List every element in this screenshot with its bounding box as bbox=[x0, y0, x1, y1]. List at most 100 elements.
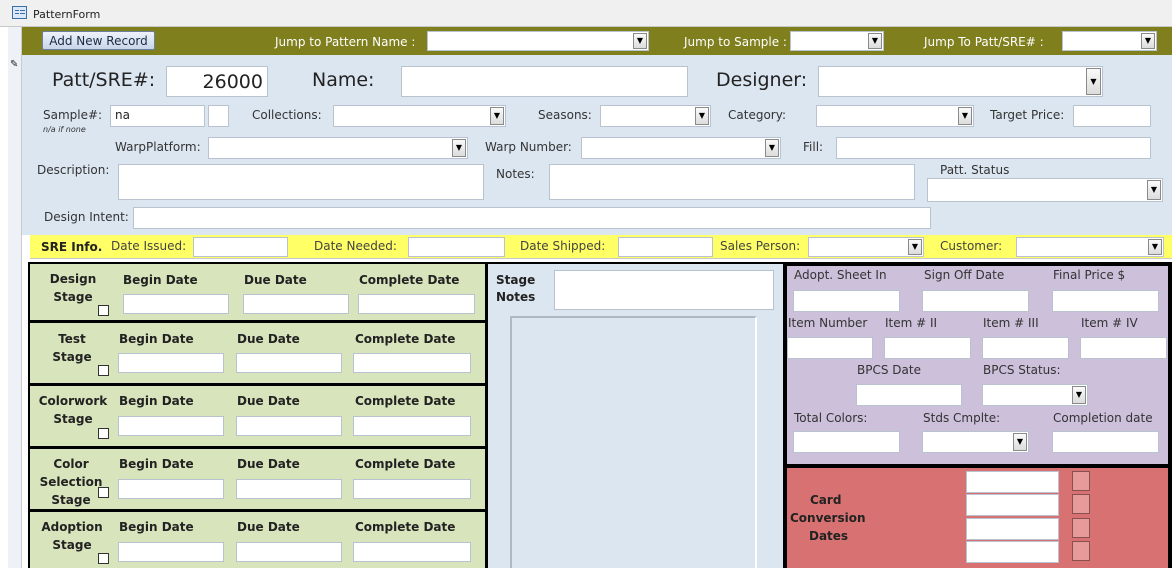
complete-date-field[interactable] bbox=[358, 294, 475, 314]
begin-date-field[interactable] bbox=[118, 542, 224, 562]
card-date-field-1[interactable] bbox=[966, 471, 1059, 493]
card-checkbox-1[interactable] bbox=[1072, 471, 1090, 491]
begin-date-field[interactable] bbox=[118, 353, 224, 373]
add-new-record-button[interactable]: Add New Record bbox=[42, 31, 155, 50]
jump-sample-label: Jump to Sample : bbox=[684, 35, 787, 49]
jump-patt-dropdown[interactable]: ▼ bbox=[1062, 31, 1157, 51]
item-3-field[interactable] bbox=[982, 337, 1069, 359]
completion-date-field[interactable] bbox=[1052, 431, 1159, 453]
seasons-dropdown[interactable]: ▼ bbox=[600, 105, 711, 127]
stage-name: Color Selection Stage bbox=[39, 457, 103, 507]
adopt-sheet-in-field[interactable] bbox=[793, 290, 900, 312]
complete-date-field[interactable] bbox=[353, 479, 471, 499]
stds-cmplte-dropdown[interactable]: ▼ bbox=[922, 431, 1029, 453]
begin-date-field[interactable] bbox=[118, 416, 224, 436]
final-price-label: Final Price $ bbox=[1053, 268, 1126, 282]
sre-info-bar: SRE Info. Date Issued: Date Needed: Date… bbox=[30, 235, 1172, 259]
complete-date-label: Complete Date bbox=[355, 520, 456, 534]
begin-date-label: Begin Date bbox=[119, 332, 194, 346]
date-needed-field[interactable] bbox=[408, 237, 505, 257]
customer-dropdown[interactable]: ▼ bbox=[1016, 237, 1164, 257]
description-field[interactable] bbox=[118, 164, 484, 200]
chevron-down-icon[interactable]: ▼ bbox=[1141, 33, 1155, 49]
card-conversion-line2: Conversion bbox=[790, 511, 866, 525]
due-date-label: Due Date bbox=[237, 457, 300, 471]
card-checkbox-2[interactable] bbox=[1072, 494, 1090, 514]
fill-label: Fill: bbox=[803, 140, 824, 154]
collections-dropdown[interactable]: ▼ bbox=[333, 105, 506, 127]
complete-date-field[interactable] bbox=[353, 353, 471, 373]
stage-checkbox[interactable] bbox=[98, 553, 109, 564]
begin-date-field[interactable] bbox=[123, 294, 229, 314]
target-price-field[interactable] bbox=[1073, 105, 1151, 127]
chevron-down-icon[interactable]: ▼ bbox=[1148, 239, 1162, 255]
begin-date-field[interactable] bbox=[118, 479, 224, 499]
chevron-down-icon[interactable]: ▼ bbox=[1086, 68, 1101, 95]
chevron-down-icon[interactable]: ▼ bbox=[908, 239, 922, 255]
stage-notes-list[interactable] bbox=[510, 316, 757, 568]
item-number-field[interactable] bbox=[787, 337, 873, 359]
chevron-down-icon[interactable]: ▼ bbox=[1072, 386, 1086, 404]
bpcs-date-field[interactable] bbox=[856, 384, 962, 406]
card-date-field-3[interactable] bbox=[966, 518, 1059, 540]
record-selector[interactable]: ✎ bbox=[8, 27, 22, 568]
item-4-field[interactable] bbox=[1080, 337, 1167, 359]
stage-checkbox[interactable] bbox=[98, 428, 109, 439]
due-date-field[interactable] bbox=[236, 416, 342, 436]
total-colors-field[interactable] bbox=[793, 431, 900, 453]
complete-date-field[interactable] bbox=[353, 542, 471, 562]
sample-field[interactable]: na bbox=[110, 105, 205, 127]
due-date-field[interactable] bbox=[236, 353, 342, 373]
stage-checkbox[interactable] bbox=[98, 305, 109, 316]
sales-person-label: Sales Person: bbox=[720, 239, 801, 253]
chevron-down-icon[interactable]: ▼ bbox=[1147, 180, 1161, 200]
warp-number-label: Warp Number: bbox=[485, 140, 572, 154]
chevron-down-icon[interactable]: ▼ bbox=[452, 139, 466, 157]
chevron-down-icon[interactable]: ▼ bbox=[695, 107, 709, 125]
card-checkbox-4[interactable] bbox=[1072, 541, 1090, 561]
warp-platform-dropdown[interactable]: ▼ bbox=[208, 137, 468, 159]
begin-date-label: Begin Date bbox=[119, 394, 194, 408]
begin-date-label: Begin Date bbox=[119, 520, 194, 534]
card-checkbox-3[interactable] bbox=[1072, 518, 1090, 538]
sales-person-dropdown[interactable]: ▼ bbox=[808, 237, 924, 257]
date-issued-field[interactable] bbox=[193, 237, 288, 257]
due-date-field[interactable] bbox=[243, 294, 349, 314]
designer-dropdown[interactable]: ▼ bbox=[818, 66, 1103, 97]
fill-field[interactable] bbox=[836, 137, 1151, 159]
edit-pencil-icon: ✎ bbox=[10, 59, 19, 70]
stage-checkbox[interactable] bbox=[98, 365, 109, 376]
name-field[interactable] bbox=[401, 66, 688, 97]
due-date-field[interactable] bbox=[236, 479, 342, 499]
bpcs-status-dropdown[interactable]: ▼ bbox=[982, 384, 1088, 406]
stage-checkbox[interactable] bbox=[98, 487, 109, 498]
design-intent-field[interactable] bbox=[133, 207, 931, 229]
card-date-field-2[interactable] bbox=[966, 494, 1059, 516]
category-dropdown[interactable]: ▼ bbox=[816, 105, 974, 127]
sample-hint: n/a if none bbox=[43, 125, 86, 134]
notes-field[interactable] bbox=[549, 164, 915, 200]
sample-extra-field[interactable] bbox=[208, 105, 229, 127]
date-needed-label: Date Needed: bbox=[314, 239, 397, 253]
due-date-field[interactable] bbox=[236, 542, 342, 562]
complete-date-field[interactable] bbox=[353, 416, 471, 436]
jump-sample-dropdown[interactable]: ▼ bbox=[790, 31, 884, 51]
stage-test: Test Stage Begin Date Due Date Complete … bbox=[30, 323, 485, 385]
final-price-field[interactable] bbox=[1052, 290, 1159, 312]
card-date-field-4[interactable] bbox=[966, 541, 1059, 563]
patt-sre-field[interactable]: 26000 bbox=[166, 66, 268, 97]
chevron-down-icon[interactable]: ▼ bbox=[633, 33, 647, 49]
chevron-down-icon[interactable]: ▼ bbox=[1013, 433, 1027, 451]
sign-off-date-field[interactable] bbox=[922, 290, 1029, 312]
stage-notes-field[interactable] bbox=[554, 270, 774, 310]
patt-status-dropdown[interactable]: ▼ bbox=[927, 178, 1163, 202]
chevron-down-icon[interactable]: ▼ bbox=[958, 107, 972, 125]
chevron-down-icon[interactable]: ▼ bbox=[490, 107, 504, 125]
complete-date-label: Complete Date bbox=[355, 457, 456, 471]
jump-pattern-dropdown[interactable]: ▼ bbox=[427, 31, 649, 51]
chevron-down-icon[interactable]: ▼ bbox=[868, 33, 882, 49]
date-shipped-field[interactable] bbox=[618, 237, 713, 257]
item-2-field[interactable] bbox=[884, 337, 971, 359]
chevron-down-icon[interactable]: ▼ bbox=[765, 139, 779, 157]
warp-number-dropdown[interactable]: ▼ bbox=[581, 137, 781, 159]
